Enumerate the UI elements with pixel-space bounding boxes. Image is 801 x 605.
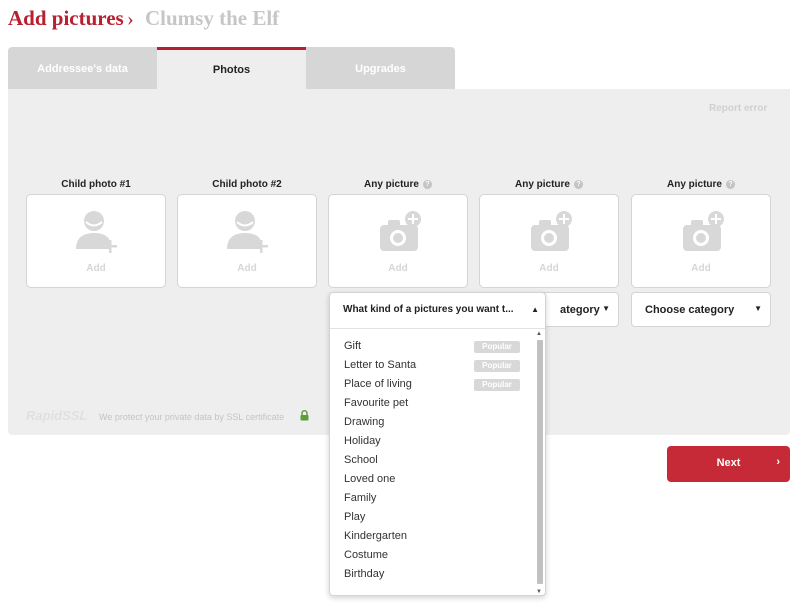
camera-add-icon — [683, 211, 724, 251]
dropdown-options: Gift Popular Letter to Santa Popular Place… — [344, 340, 524, 587]
category-dropdown[interactable]: What kind of a pictures you want t... ▲ … — [329, 292, 546, 596]
lock-icon — [300, 410, 309, 421]
option-play[interactable]: Play — [344, 511, 524, 530]
chevron-up-icon: ▲ — [531, 305, 539, 314]
any-picture-1-upload[interactable]: Add — [328, 194, 468, 288]
tab-upgrades[interactable]: Upgrades — [306, 47, 455, 89]
child-photo-1-upload[interactable]: Add — [26, 194, 166, 288]
slot-label-child-2: Child photo #2 — [212, 179, 282, 190]
scroll-down-icon[interactable]: ▼ — [536, 589, 542, 595]
next-button-label: Next — [716, 457, 741, 469]
slot-label-child-1: Child photo #1 — [61, 179, 131, 190]
slot-label-any-1: Any picture? — [328, 179, 468, 190]
tab-addressee-data[interactable]: Addressee's data — [8, 47, 157, 89]
option-place-of-living[interactable]: Place of living Popular — [344, 378, 524, 397]
rapidssl-logo: RapidSSL — [26, 408, 88, 423]
add-label: Add — [388, 263, 408, 274]
category-select-3[interactable]: Choose category ▼ — [631, 292, 771, 327]
slot-label-any-3: Any picture? — [631, 179, 771, 190]
popular-badge: Popular — [474, 379, 520, 391]
dropdown-scrollbar[interactable]: ▲ ▼ — [536, 329, 545, 595]
dropdown-question: What kind of a pictures you want t... — [343, 304, 514, 315]
add-label: Add — [539, 263, 559, 274]
tab-photos[interactable]: Photos — [157, 47, 306, 89]
page-title: Add pictures — [8, 6, 124, 30]
add-label: Add — [86, 263, 106, 274]
option-costume[interactable]: Costume — [344, 549, 524, 568]
camera-add-icon — [380, 211, 421, 251]
category-select-value: Choose category — [645, 304, 735, 316]
option-favourite-pet[interactable]: Favourite pet — [344, 397, 524, 416]
any-picture-3-upload[interactable]: Add — [631, 194, 771, 288]
person-add-icon — [76, 211, 117, 253]
report-error-link[interactable]: Report error — [709, 103, 767, 114]
next-button[interactable]: Next › — [667, 446, 790, 482]
option-school[interactable]: School — [344, 454, 524, 473]
person-add-icon — [227, 211, 268, 253]
chevron-down-icon: ▼ — [602, 304, 610, 313]
dropdown-header[interactable]: What kind of a pictures you want t... ▲ — [330, 293, 545, 329]
breadcrumb-product: Clumsy the Elf — [145, 6, 280, 30]
popular-badge: Popular — [474, 341, 520, 353]
add-label: Add — [237, 263, 257, 274]
help-icon[interactable]: ? — [726, 179, 735, 189]
add-label: Add — [691, 263, 711, 274]
scroll-up-icon[interactable]: ▲ — [536, 331, 542, 337]
chevron-right-icon: › — [776, 456, 780, 468]
help-icon[interactable]: ? — [423, 179, 432, 189]
option-holiday[interactable]: Holiday — [344, 435, 524, 454]
child-photo-2-upload[interactable]: Add — [177, 194, 317, 288]
option-drawing[interactable]: Drawing — [344, 416, 524, 435]
popular-badge: Popular — [474, 360, 520, 372]
option-birthday[interactable]: Birthday — [344, 568, 524, 587]
option-kindergarten[interactable]: Kindergarten — [344, 530, 524, 549]
option-gift[interactable]: Gift Popular — [344, 340, 524, 359]
option-letter-to-santa[interactable]: Letter to Santa Popular — [344, 359, 524, 378]
camera-add-icon — [531, 211, 572, 251]
option-loved-one[interactable]: Loved one — [344, 473, 524, 492]
slot-label-any-2: Any picture? — [479, 179, 619, 190]
option-family[interactable]: Family — [344, 492, 524, 511]
breadcrumb-separator: › — [127, 8, 134, 30]
any-picture-2-upload[interactable]: Add — [479, 194, 619, 288]
ssl-notice: We protect your private data by SSL cert… — [99, 412, 285, 422]
category-select-value: ategory — [560, 304, 600, 316]
scrollbar-thumb[interactable] — [537, 340, 543, 584]
chevron-down-icon: ▼ — [754, 304, 762, 313]
help-icon[interactable]: ? — [574, 179, 583, 189]
